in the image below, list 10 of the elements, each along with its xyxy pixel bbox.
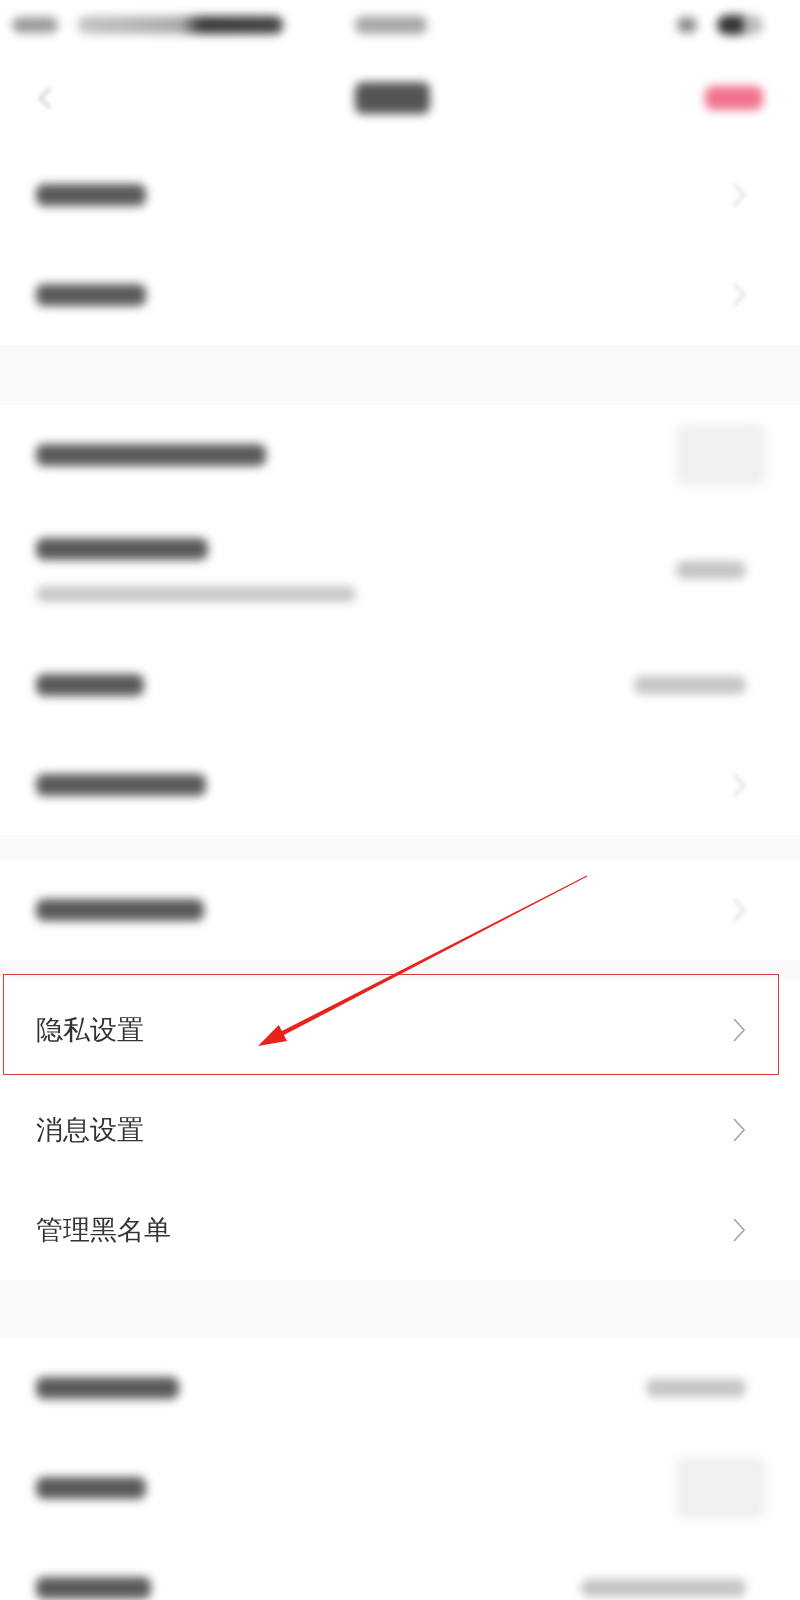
blurred-value	[676, 561, 746, 579]
chevron-right-icon	[732, 1117, 746, 1143]
chevron-right-icon	[732, 1017, 746, 1043]
chevron-right-icon	[732, 1217, 746, 1243]
blurred-clock	[355, 16, 427, 34]
back-icon[interactable]	[38, 85, 52, 110]
blurred-battery-icon	[717, 15, 763, 35]
blurred-status-text	[12, 17, 58, 33]
blurred-action[interactable]	[705, 85, 763, 110]
blurred-status-icon	[677, 17, 697, 33]
